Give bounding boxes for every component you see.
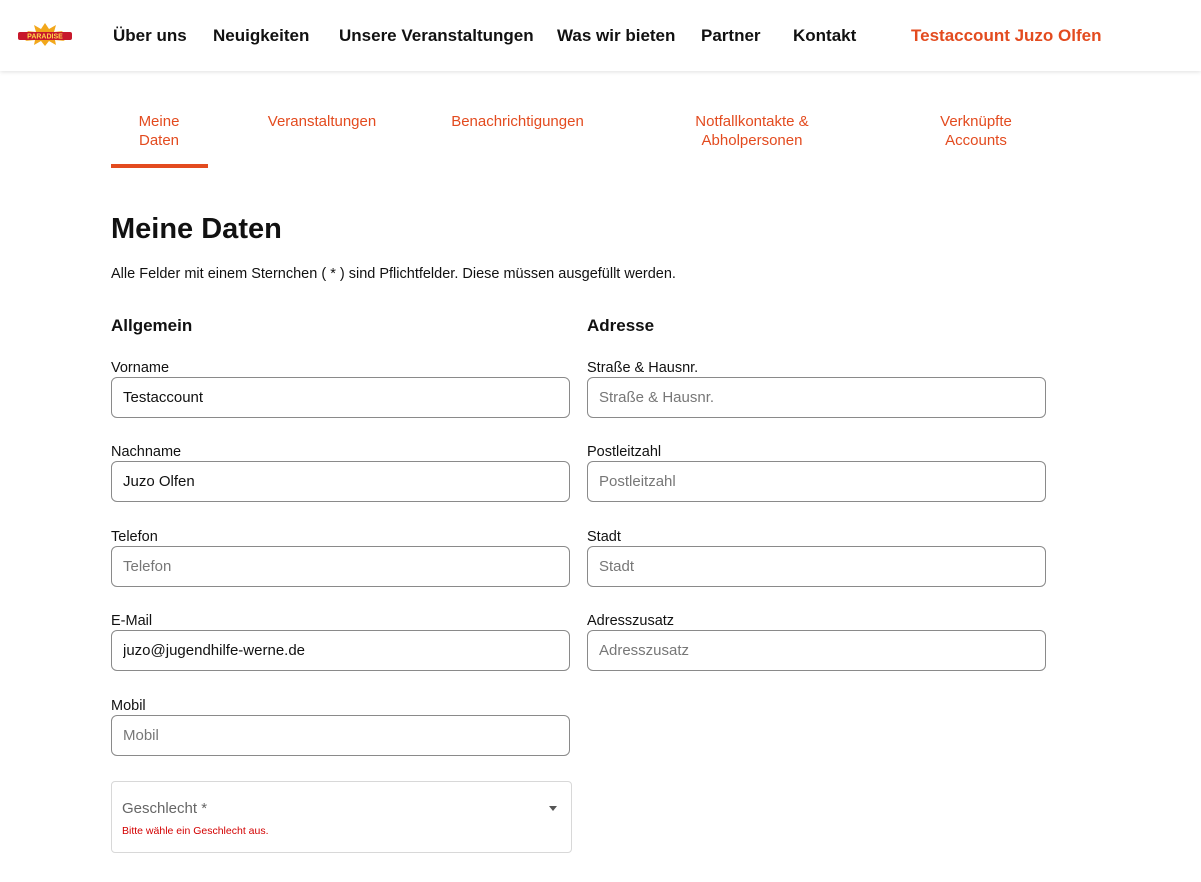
- vorname-label: Vorname: [111, 360, 170, 376]
- required-fields-hint: Alle Felder mit einem Sternchen ( * ) si…: [111, 266, 676, 282]
- active-tab-indicator: [111, 164, 208, 168]
- nav-item-was-wir-bieten[interactable]: Was wir bieten: [557, 0, 675, 71]
- tab-veranstaltungen[interactable]: Veranstaltungen: [252, 112, 392, 131]
- paradise-logo[interactable]: PARADISE: [16, 22, 74, 46]
- mobil-label: Mobil: [111, 698, 146, 714]
- nav-item-partner[interactable]: Partner: [701, 0, 761, 71]
- postleitzahl-input[interactable]: [587, 461, 1046, 502]
- chevron-down-icon[interactable]: [549, 806, 557, 811]
- tab-notfallkontakte[interactable]: Notfallkontakte & Abholpersonen: [675, 112, 829, 150]
- adresszusatz-input[interactable]: [587, 630, 1046, 671]
- nachname-label: Nachname: [111, 444, 182, 460]
- adresszusatz-label: Adresszusatz: [587, 613, 675, 629]
- tab-meine-daten[interactable]: Meine Daten: [131, 112, 187, 150]
- tab-verknuepfte-accounts[interactable]: Verknüpfte Accounts: [932, 112, 1020, 150]
- tab-benachrichtigungen[interactable]: Benachrichtigungen: [441, 112, 594, 131]
- nav-item-unsere-veranstaltungen[interactable]: Unsere Veranstaltungen: [339, 0, 534, 71]
- geschlecht-select[interactable]: Geschlecht * Bitte wähle ein Geschlecht …: [111, 781, 572, 853]
- nachname-input[interactable]: [111, 461, 570, 502]
- telefon-label: Telefon: [111, 529, 158, 545]
- strasse-label: Straße & Hausnr.: [587, 360, 699, 376]
- nav-item-ueber-uns[interactable]: Über uns: [113, 0, 187, 71]
- geschlecht-error-message: Bitte wähle ein Geschlecht aus.: [122, 825, 269, 837]
- nav-item-kontakt[interactable]: Kontakt: [793, 0, 856, 71]
- vorname-input[interactable]: [111, 377, 570, 418]
- section-title-adresse: Adresse: [587, 316, 655, 335]
- email-input[interactable]: [111, 630, 570, 671]
- postleitzahl-label: Postleitzahl: [587, 444, 662, 460]
- nav-item-neuigkeiten[interactable]: Neuigkeiten: [213, 0, 309, 71]
- telefon-input[interactable]: [111, 546, 570, 587]
- geschlecht-placeholder: Geschlecht *: [122, 800, 208, 817]
- strasse-input[interactable]: [587, 377, 1046, 418]
- mobil-input[interactable]: [111, 715, 570, 756]
- email-label: E-Mail: [111, 613, 153, 629]
- logo-text: PARADISE: [27, 34, 63, 41]
- page-title: Meine Daten: [111, 213, 282, 245]
- top-navigation-bar: PARADISE Über uns Neuigkeiten Unsere Ver…: [0, 0, 1201, 71]
- account-menu-link[interactable]: Testaccount Juzo Olfen: [911, 0, 1102, 71]
- stadt-input[interactable]: [587, 546, 1046, 587]
- section-title-allgemein: Allgemein: [111, 316, 193, 335]
- stadt-label: Stadt: [587, 529, 621, 545]
